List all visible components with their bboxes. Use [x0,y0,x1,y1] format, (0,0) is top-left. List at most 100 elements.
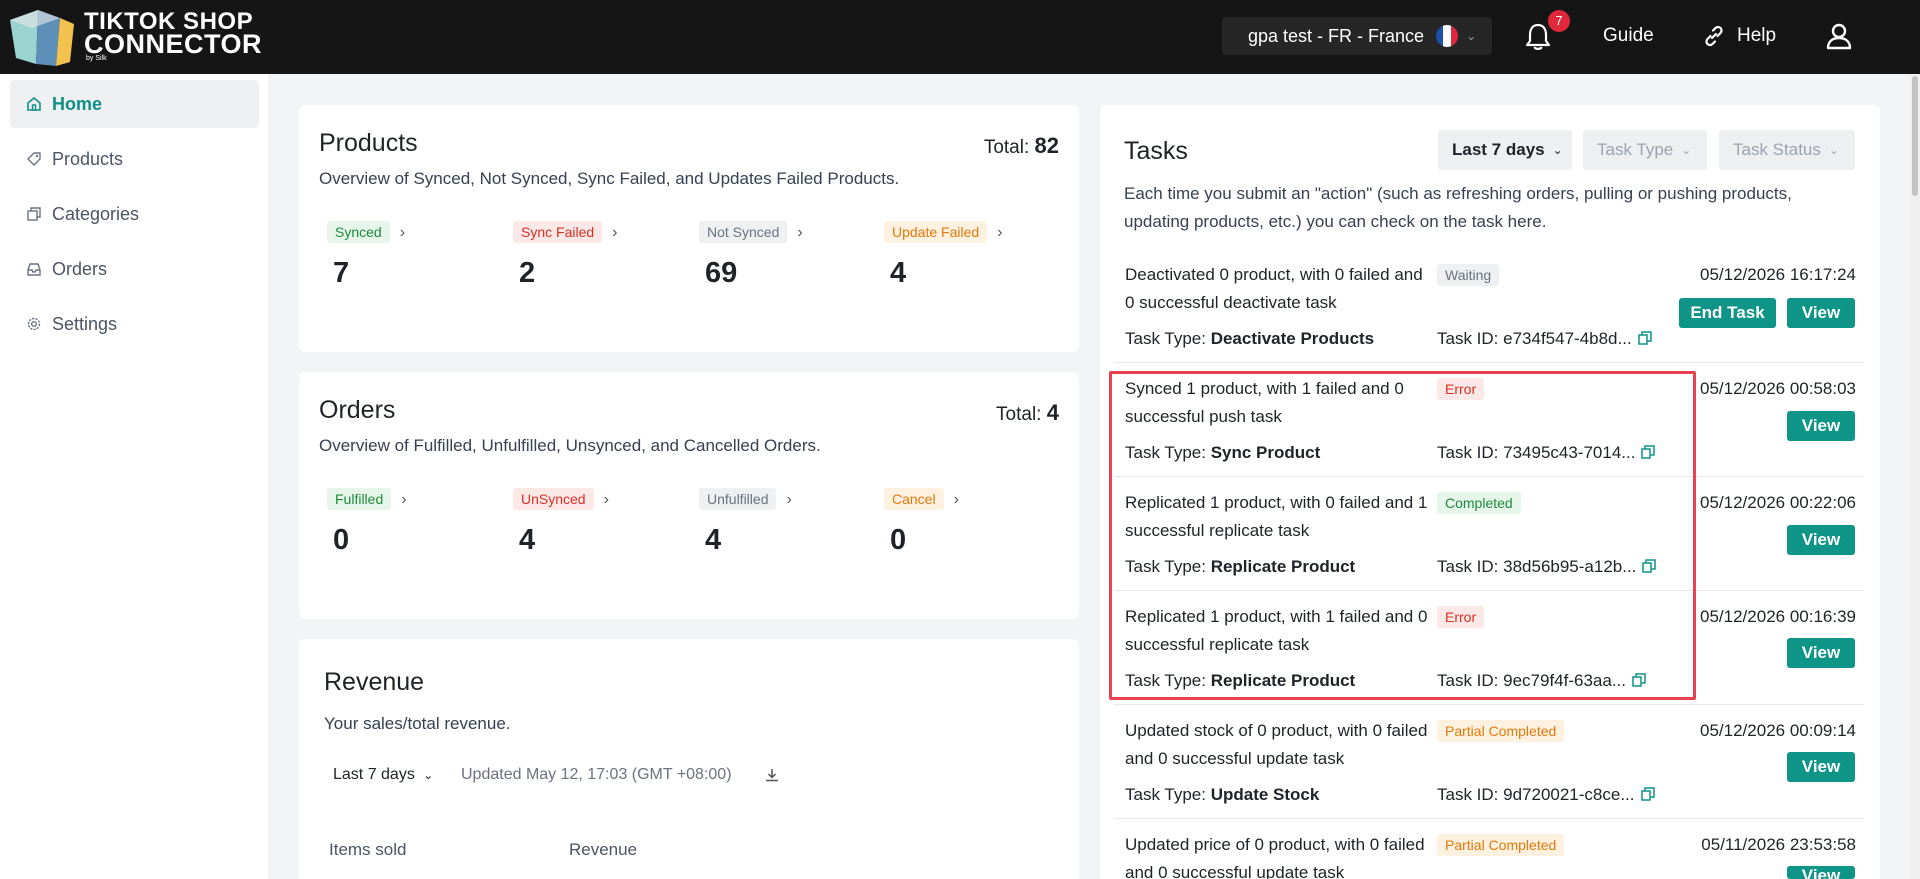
chevron-down-icon: ⌄ [1466,29,1477,43]
sidebar-item-home[interactable]: Home [10,80,259,128]
status-badge: Unfulfilled [699,488,777,510]
sidebar-item-settings[interactable]: Settings [10,300,259,348]
revenue-card: Revenue Your sales/total revenue. Last 7… [299,639,1079,879]
revenue-title: Revenue [324,668,425,696]
task-status-select[interactable]: Task Status ⌄ [1719,130,1855,170]
help-link[interactable]: Help [1737,25,1776,47]
download-icon[interactable] [765,768,779,782]
user-icon[interactable] [1824,21,1854,51]
chevron-down-icon: ⌄ [1828,143,1839,157]
sidebar-item-categories[interactable]: Categories [10,190,259,238]
task-type-label: Task Type: [1125,329,1211,348]
task-id-value: Task ID: e734f547-4b8d... [1437,329,1632,348]
task-date: 05/12/2026 00:58:03 [1700,379,1856,398]
task-row: Updated stock of 0 product, with 0 faile… [1114,717,1864,817]
status-badge: Synced [327,221,390,243]
bell-icon[interactable] [1524,22,1552,52]
copy-icon[interactable] [1637,331,1652,345]
revenue-col-revenue: Revenue [569,840,638,859]
task-title: Deactivated 0 product, with 0 failed and… [1125,265,1423,312]
orders-total-label: Total: [996,404,1047,425]
orders-stat-unfulfilled[interactable]: Unfulfilled › 4 [699,488,792,557]
scrollbar-thumb[interactable] [1912,76,1918,196]
stat-value: 69 [705,257,738,289]
divider [1114,818,1864,819]
task-id: Task ID: 9d720021-c8ce... [1437,785,1655,805]
revenue-description: Your sales/total revenue. [324,714,511,733]
copy-icon[interactable] [1640,787,1655,801]
task-title: Updated price of 0 product, with 0 faile… [1125,835,1425,879]
task-type: Task Type: Deactivate Products [1125,329,1374,349]
products-stat-sync-failed[interactable]: Sync Failed › 2 [513,221,617,290]
tasks-description: Each time you submit an "action" (such a… [1124,184,1792,231]
stat-value: 4 [519,524,536,556]
chevron-down-icon: ⌄ [1552,143,1563,157]
top-bar: TIKTOK SHOP CONNECTOR by Silk gpa test -… [0,0,1920,74]
orders-stat-fulfilled[interactable]: Fulfilled › 0 [327,488,407,557]
view-button[interactable]: View [1787,752,1855,782]
tasks-range-label: Last 7 days [1452,140,1545,159]
task-title: Updated stock of 0 product, with 0 faile… [1125,721,1428,768]
notification-badge: 7 [1548,10,1570,32]
task-type-label: Task Type: [1125,785,1211,804]
orders-title: Orders [319,396,396,424]
status-badge: Partial Completed [1437,834,1565,856]
products-stat-not-synced[interactable]: Not Synced › 69 [699,221,803,290]
sidebar-item-label: Categories [52,203,140,224]
chevron-right-icon: › [603,491,609,508]
sidebar-item-orders[interactable]: Orders [10,245,259,293]
orders-stat-unsynced[interactable]: UnSynced › 4 [513,488,609,557]
view-button[interactable]: View [1787,411,1855,441]
revenue-col-items-sold: Items sold [329,840,407,859]
task-status-placeholder: Task Status [1733,140,1821,159]
task-type-select[interactable]: Task Type ⌄ [1583,130,1707,170]
app-logo[interactable]: TIKTOK SHOP CONNECTOR by Silk [8,8,262,66]
store-selector[interactable]: gpa test - FR - France ⌄ [1222,17,1492,55]
task-date: 05/12/2026 00:09:14 [1700,721,1856,740]
stat-value: 0 [333,524,350,556]
chevron-right-icon: › [997,224,1003,241]
products-stat-update-failed[interactable]: Update Failed › 4 [884,221,1003,290]
status-badge: Partial Completed [1437,720,1565,742]
products-stat-synced[interactable]: Synced › 7 [327,221,405,290]
status-badge: Not Synced [699,221,788,243]
chevron-right-icon: › [786,491,792,508]
orders-card: Orders Total: 4 Overview of Fulfilled, U… [299,372,1079,619]
logo-mark-icon [10,10,74,66]
view-button[interactable]: View [1787,298,1855,328]
logo-text: TIKTOK SHOP CONNECTOR by Silk [84,10,262,63]
view-button[interactable]: View [1787,638,1855,668]
stat-value: 0 [890,524,907,556]
task-id: Task ID: e734f547-4b8d... [1437,329,1652,349]
task-id-value: Task ID: 9d720021-c8ce... [1437,785,1635,804]
sidebar-item-products[interactable]: Products [10,135,259,183]
chevron-right-icon: › [401,491,407,508]
revenue-range-select[interactable]: Last 7 days ⌄ [333,766,433,784]
guide-link[interactable]: Guide [1603,25,1654,47]
end-task-button[interactable]: End Task [1679,298,1776,328]
revenue-updated: Updated May 12, 17:03 (GMT +08:00) [461,766,732,783]
products-total: Total: 82 [984,133,1059,159]
status-badge: Waiting [1437,264,1500,286]
task-date: 05/12/2026 16:17:24 [1700,265,1856,284]
chevron-right-icon: › [953,491,959,508]
products-card: Products Total: 82 Overview of Synced, N… [299,105,1079,352]
products-total-value: 82 [1034,133,1059,158]
highlight-box [1109,371,1696,700]
task-type-value: Deactivate Products [1210,329,1375,348]
link-icon[interactable] [1702,24,1726,48]
stat-value: 7 [333,257,350,289]
chevron-right-icon: › [797,224,803,241]
tasks-range-select[interactable]: Last 7 days ⌄ [1438,130,1572,170]
view-button[interactable]: View [1787,525,1855,555]
task-date: 05/11/2026 23:53:58 [1701,835,1856,854]
status-badge: Cancel [884,488,944,510]
products-total-label: Total: [983,137,1035,158]
status-badge: Update Failed [884,221,988,243]
orders-stat-cancel[interactable]: Cancel › 0 [884,488,959,557]
sidebar-item-label: Orders [52,258,108,279]
status-badge: Sync Failed [513,221,603,243]
view-button[interactable]: View [1787,866,1855,879]
chevron-down-icon: ⌄ [423,768,434,782]
orders-description: Overview of Fulfilled, Unfulfilled, Unsy… [319,436,821,455]
